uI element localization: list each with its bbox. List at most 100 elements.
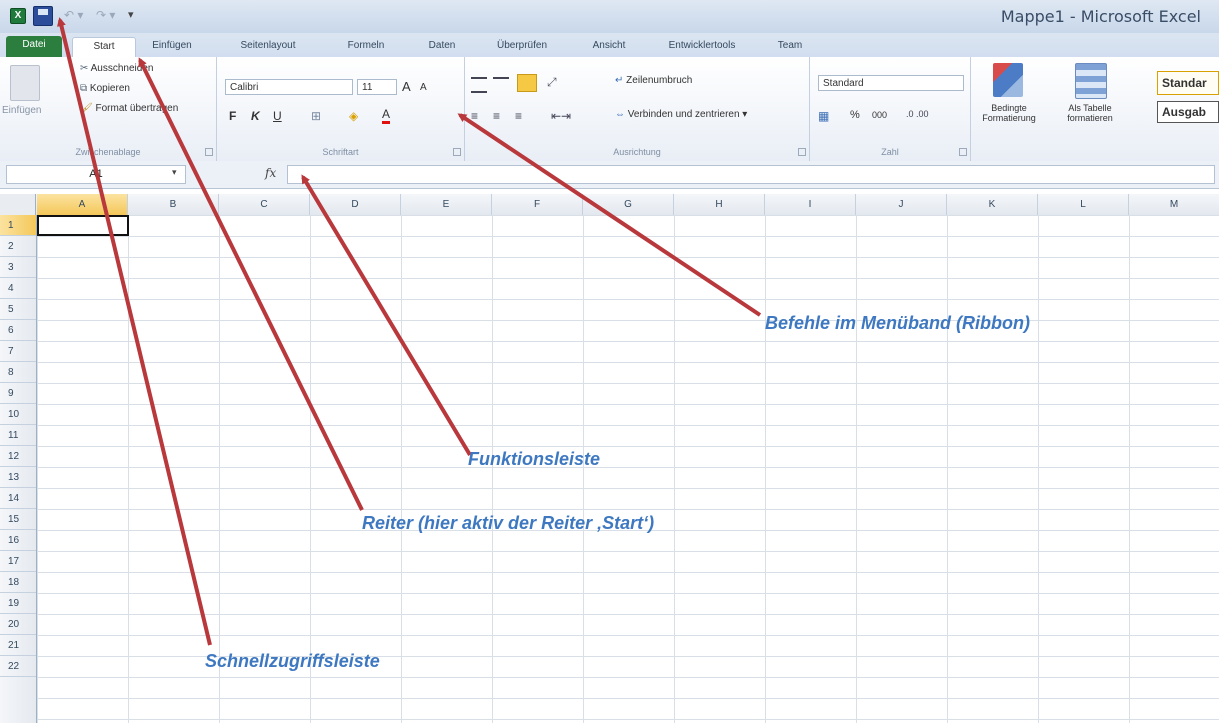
row-header-14[interactable]: 14 [0,488,36,509]
dialog-launcher-icon[interactable] [959,148,967,156]
style-standard[interactable]: Standar [1157,71,1219,95]
align-left-icon[interactable]: ≡ [471,109,478,123]
row-header-5[interactable]: 5 [0,299,36,320]
dialog-launcher-icon[interactable] [798,148,806,156]
conditional-formatting-button[interactable]: Bedingte Formatierung [979,103,1039,123]
tab-entwicklertools[interactable]: Entwicklertools [656,37,748,57]
tab-ueberpruefen[interactable]: Überprüfen [484,37,560,57]
formula-input[interactable] [287,165,1215,184]
cell-area[interactable] [37,215,1219,723]
row-header-1[interactable]: 1 [0,215,36,236]
increase-decimal-icon[interactable]: .0 .00 [906,109,929,119]
font-color-button[interactable]: A [382,107,391,124]
indent-icon[interactable]: ⇤⇥ [551,109,571,123]
active-cell[interactable] [37,215,129,236]
merge-center-button[interactable]: ⇔ Verbinden und zentrieren ▾ [615,109,747,120]
align-right-icon[interactable]: ≡ [515,109,522,123]
customize-icon[interactable]: ▾ [128,7,142,23]
row-header-19[interactable]: 19 [0,593,36,614]
currency-icon[interactable]: ▦ [818,109,829,123]
row-header-11[interactable]: 11 [0,425,36,446]
column-header-d[interactable]: D [310,194,401,215]
font-name-field[interactable]: Calibri [225,79,353,95]
tab-datei[interactable]: Datei [6,36,62,57]
row-header-15[interactable]: 15 [0,509,36,530]
percent-button[interactable]: % [850,109,860,121]
paste-icon[interactable] [10,65,40,101]
column-header-m[interactable]: M [1129,194,1219,215]
tab-ansicht[interactable]: Ansicht [582,37,636,57]
column-header-g[interactable]: G [583,194,674,215]
tab-team[interactable]: Team [770,37,810,57]
tab-start[interactable]: Start [72,37,136,58]
fill-color-icon[interactable]: ◈ [349,109,358,123]
bold-button[interactable]: F [229,109,236,123]
format-painter-button[interactable]: 🖌 Format übertragen [80,103,178,114]
row-header-12[interactable]: 12 [0,446,36,467]
excel-icon[interactable]: X [10,8,26,24]
thousands-button[interactable]: 000 [872,110,887,120]
undo-icon[interactable]: ↶ ▾ [64,7,90,23]
row-header-3[interactable]: 3 [0,257,36,278]
column-header-h[interactable]: H [674,194,765,215]
number-format-select[interactable]: Standard [818,75,964,91]
border-icon[interactable]: ⊞ [311,109,321,123]
row-header-9[interactable]: 9 [0,383,36,404]
row-header-13[interactable]: 13 [0,467,36,488]
align-bottom-icon[interactable] [517,74,537,92]
dialog-launcher-icon[interactable] [205,148,213,156]
row-header-18[interactable]: 18 [0,572,36,593]
conditional-formatting-label: Bedingte [991,103,1027,113]
row-header-21[interactable]: 21 [0,635,36,656]
row-header-4[interactable]: 4 [0,278,36,299]
row-header-10[interactable]: 10 [0,404,36,425]
column-header-j[interactable]: J [856,194,947,215]
grow-font-button[interactable]: A [402,79,411,94]
shrink-font-button[interactable]: A [420,82,427,93]
column-header-k[interactable]: K [947,194,1038,215]
copy-button[interactable]: ⧉ Kopieren [80,83,130,94]
column-header-c[interactable]: C [219,194,310,215]
row-header-20[interactable]: 20 [0,614,36,635]
font-size-field[interactable]: 11 [357,79,397,95]
column-header-b[interactable]: B [128,194,219,215]
row-header-6[interactable]: 6 [0,320,36,341]
dialog-launcher-icon[interactable] [453,148,461,156]
chevron-down-icon[interactable]: ▾ [172,167,177,178]
column-header-a[interactable]: A [37,194,128,215]
save-icon[interactable] [33,6,53,26]
style-output[interactable]: Ausgab [1157,101,1219,123]
column-header-f[interactable]: F [492,194,583,215]
row-header-7[interactable]: 7 [0,341,36,362]
insert-function-icon[interactable]: fx [265,166,276,180]
annotation-ribbon: Befehle im Menüband (Ribbon) [765,313,1030,333]
column-header-l[interactable]: L [1038,194,1129,215]
conditional-formatting-icon[interactable] [993,63,1023,97]
wrap-text-label: Zeilenumbruch [626,75,693,86]
underline-button[interactable]: U [273,109,282,123]
italic-button[interactable]: K [251,109,260,123]
select-all-button[interactable] [0,194,36,215]
paste-button[interactable]: Einfügen [2,105,41,116]
name-box[interactable]: A1 [6,165,186,184]
row-header-8[interactable]: 8 [0,362,36,383]
orientation-icon[interactable]: ⤢ [547,75,557,90]
row-header-16[interactable]: 16 [0,530,36,551]
wrap-text-button[interactable]: ↵ Zeilenumbruch [615,75,692,86]
column-header-i[interactable]: I [765,194,856,215]
format-as-table-button[interactable]: Als Tabelle formatieren [1059,103,1121,123]
cut-button[interactable]: ✂ Ausschneiden [80,63,153,74]
column-header-e[interactable]: E [401,194,492,215]
tab-einfuegen[interactable]: Einfügen [144,37,200,57]
align-center-icon[interactable]: ≡ [493,109,500,123]
row-header-22[interactable]: 22 [0,656,36,677]
align-middle-icon[interactable] [493,77,509,91]
tab-daten[interactable]: Daten [418,37,466,57]
redo-icon[interactable]: ↷ ▾ [96,7,122,23]
tab-seitenlayout[interactable]: Seitenlayout [226,37,310,57]
row-header-2[interactable]: 2 [0,236,36,257]
align-top-icon[interactable] [471,77,487,93]
tab-formeln[interactable]: Formeln [336,37,396,57]
format-as-table-icon[interactable] [1075,63,1107,99]
row-header-17[interactable]: 17 [0,551,36,572]
